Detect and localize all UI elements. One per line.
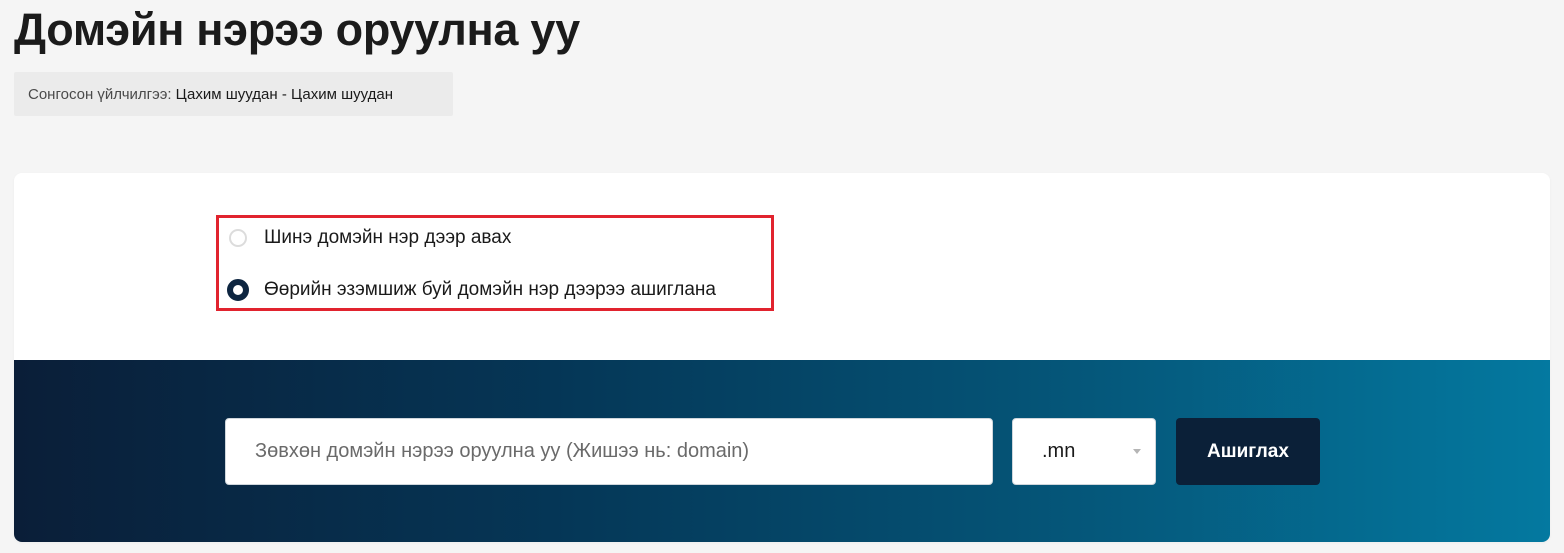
radio-own-domain[interactable] <box>227 279 249 301</box>
tld-select-value: .mn <box>1042 440 1076 462</box>
use-button[interactable]: Ашиглах <box>1176 418 1320 485</box>
chevron-down-icon <box>1133 449 1141 454</box>
domain-card: Шинэ домэйн нэр дээр авах Өөрийн эзэмшиж… <box>14 173 1550 542</box>
option-new-domain-label: Шинэ домэйн нэр дээр авах <box>264 227 512 248</box>
selected-service-label: Сонгосон үйлчилгээ: <box>28 85 172 103</box>
tld-select[interactable]: .mn <box>1012 418 1156 485</box>
radio-new-domain[interactable] <box>229 229 247 247</box>
page-title: Домэйн нэрээ оруулна уу <box>14 4 580 55</box>
selected-service-value: Цахим шуудан - Цахим шуудан <box>175 85 394 103</box>
domain-input[interactable] <box>225 418 993 485</box>
domain-option-group: Шинэ домэйн нэр дээр авах Өөрийн эзэмшиж… <box>216 215 774 311</box>
option-own-domain[interactable]: Өөрийн эзэмшиж буй домэйн нэр дээрээ аши… <box>227 278 716 302</box>
domain-search-band: .mn Ашиглах <box>14 360 1550 542</box>
option-own-domain-label: Өөрийн эзэмшиж буй домэйн нэр дээрээ аши… <box>264 279 716 300</box>
option-new-domain[interactable]: Шинэ домэйн нэр дээр авах <box>229 226 511 250</box>
selected-service-info: Сонгосон үйлчилгээ: Цахим шуудан - Цахим… <box>14 72 453 116</box>
